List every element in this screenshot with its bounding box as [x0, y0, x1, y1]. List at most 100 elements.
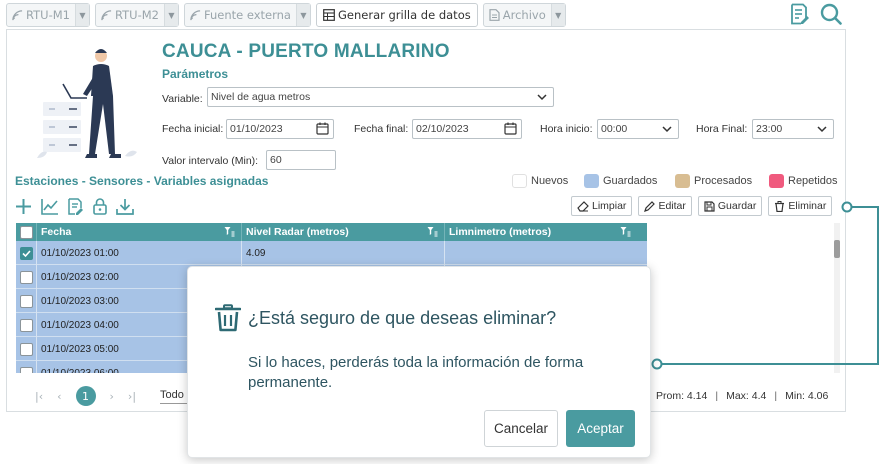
stat-max: Max: 4.4 — [726, 390, 767, 402]
filter-icon[interactable] — [427, 226, 438, 237]
download-icon[interactable] — [116, 198, 134, 215]
signal-icon — [190, 9, 201, 20]
fuente-externa-button[interactable]: Fuente externa ▼ — [183, 3, 311, 27]
variable-value: Nivel de agua metros — [211, 91, 311, 103]
pagination: |‹ ‹ 1 › ›| Todo — [35, 386, 212, 406]
guardar-label: Guardar — [717, 200, 757, 212]
rtu-m1-button[interactable]: RTU-M1 ▼ — [6, 3, 90, 27]
hora-inicio-label: Hora inicio: — [540, 123, 593, 135]
column-header-limnimetro[interactable]: Limnimetro (metros) — [445, 223, 637, 241]
line-chart-icon[interactable] — [41, 198, 59, 215]
legend-guardados: Guardados — [584, 174, 657, 188]
hora-final-select[interactable]: 23:00 — [752, 119, 834, 139]
valor-intervalo-input[interactable]: 60 — [266, 150, 336, 170]
eliminar-button[interactable]: Eliminar — [768, 196, 833, 216]
column-header-fecha[interactable]: Fecha — [37, 223, 242, 241]
cancel-button[interactable]: Cancelar — [484, 410, 558, 447]
fecha-final-input[interactable]: 02/10/2023 — [412, 119, 522, 139]
first-page-icon[interactable]: |‹ — [35, 390, 43, 403]
scrollbar-thumb[interactable] — [834, 240, 840, 258]
prev-page-icon[interactable]: ‹ — [57, 390, 61, 403]
valor-intervalo-label: Valor intervalo (Min): — [162, 155, 259, 167]
filter-icon[interactable] — [620, 226, 631, 237]
row-checkbox[interactable] — [20, 318, 33, 332]
select-all-checkbox[interactable] — [20, 225, 33, 239]
document-edit-icon[interactable] — [790, 3, 810, 25]
stat-separator: | — [774, 390, 778, 402]
cell-fecha: 01/10/2023 01:00 — [37, 241, 242, 265]
eliminar-label: Eliminar — [788, 200, 827, 212]
hora-inicio-value: 00:00 — [601, 123, 628, 135]
chevron-down-icon[interactable]: ▼ — [74, 4, 89, 26]
chevron-down-icon — [817, 126, 827, 133]
cell-limni — [445, 241, 647, 265]
legend-label: Nuevos — [531, 175, 569, 187]
fecha-inicial-value: 01/10/2023 — [230, 123, 283, 135]
dialog-body: Si lo haces, perderás toda la informació… — [248, 354, 584, 391]
grid-stats: Prom: 4.14 | Max: 4.4 | Min: 4.06 — [656, 390, 828, 402]
row-checkbox[interactable] — [20, 246, 33, 260]
legend-repetidos: Repetidos — [769, 174, 838, 188]
editar-button[interactable]: Editar — [638, 196, 692, 216]
chevron-down-icon — [662, 126, 672, 133]
next-page-icon[interactable]: › — [110, 390, 114, 403]
hora-inicio-select[interactable]: 00:00 — [597, 119, 679, 139]
search-icon[interactable] — [820, 3, 842, 25]
column-label: Nivel Radar (metros) — [246, 226, 349, 238]
dialog-title: ¿Está seguro de que deseas eliminar? — [248, 308, 557, 328]
limpiar-button[interactable]: Limpiar — [571, 196, 633, 216]
legend-procesados: Procesados — [675, 174, 752, 188]
variable-select[interactable]: Nivel de agua metros — [207, 87, 554, 107]
hora-final-label: Hora Final: — [696, 123, 748, 135]
pencil-icon — [644, 200, 656, 212]
page-number-current[interactable]: 1 — [75, 386, 96, 406]
last-page-icon[interactable]: ›| — [128, 390, 136, 403]
accept-button[interactable]: Aceptar — [566, 410, 635, 447]
column-label: Fecha — [41, 226, 72, 238]
table-row[interactable]: 01/10/2023 01:00 4.09 — [16, 241, 647, 265]
archivo-button[interactable]: Archivo ▼ — [482, 3, 566, 27]
fecha-inicial-input[interactable]: 01/10/2023 — [226, 119, 334, 139]
grid-header: Fecha Nivel Radar (metros) Limnimetro (m… — [16, 223, 647, 241]
stat-prom: Prom: 4.14 — [656, 390, 708, 402]
fecha-final-label: Fecha final: — [354, 123, 409, 135]
file-icon — [489, 9, 500, 21]
legend-swatch — [769, 174, 784, 188]
archivo-label: Archivo — [502, 8, 546, 22]
chevron-down-icon[interactable]: ▼ — [295, 4, 310, 26]
chevron-down-icon[interactable]: ▼ — [550, 4, 565, 26]
confirm-delete-dialog: ¿Está seguro de que deseas eliminar? Si … — [187, 266, 651, 458]
signal-icon — [12, 9, 23, 20]
rtu-m2-label: RTU-M2 — [114, 8, 159, 22]
calendar-icon[interactable] — [504, 122, 517, 135]
filter-icon[interactable] — [224, 226, 235, 237]
guardar-button[interactable]: Guardar — [697, 196, 763, 216]
variable-label: Variable: — [162, 93, 203, 105]
trash-icon — [775, 200, 785, 212]
calendar-icon[interactable] — [316, 122, 329, 135]
rtu-m2-button[interactable]: RTU-M2 ▼ — [94, 3, 179, 27]
document-edit-icon[interactable] — [68, 198, 84, 215]
chevron-down-icon — [537, 94, 547, 101]
row-checkbox[interactable] — [20, 270, 33, 284]
eraser-icon — [577, 200, 589, 212]
top-toolbar: RTU-M1 ▼ RTU-M2 ▼ Fuente externa ▼ Gener… — [6, 3, 566, 27]
hora-final-value: 23:00 — [756, 123, 783, 135]
chevron-down-icon[interactable]: ▼ — [163, 4, 178, 26]
generar-grilla-button[interactable]: Generar grilla de datos — [315, 3, 478, 27]
save-icon — [704, 200, 715, 212]
table-icon — [323, 9, 335, 21]
grid-scrollbar[interactable] — [834, 223, 840, 373]
trash-icon — [215, 304, 241, 332]
add-icon[interactable] — [15, 198, 32, 215]
valor-intervalo-value: 60 — [270, 154, 282, 166]
column-header-nivel-radar[interactable]: Nivel Radar (metros) — [242, 223, 445, 241]
row-checkbox[interactable] — [20, 342, 33, 356]
legend-label: Repetidos — [788, 175, 838, 187]
limpiar-label: Limpiar — [592, 200, 627, 212]
signal-icon — [101, 9, 112, 20]
row-checkbox[interactable] — [20, 294, 33, 308]
row-checkbox[interactable] — [20, 366, 33, 373]
rtu-m1-label: RTU-M1 — [26, 8, 70, 22]
lock-icon[interactable] — [93, 198, 107, 215]
